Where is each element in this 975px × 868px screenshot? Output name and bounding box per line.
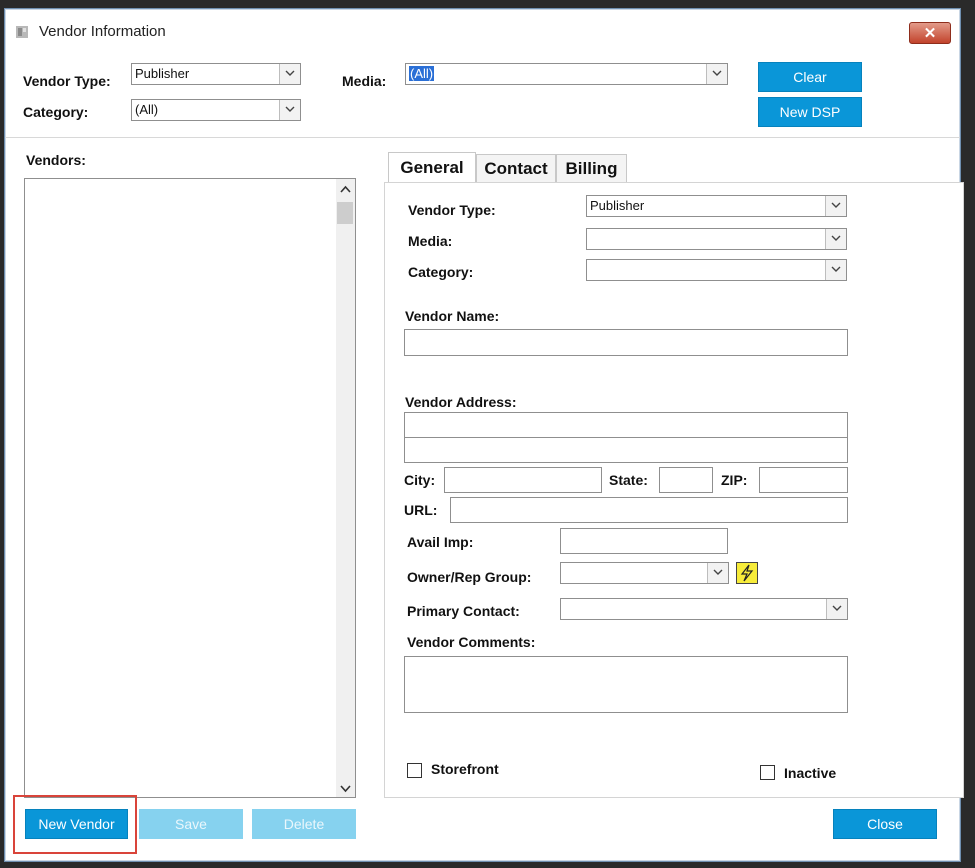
vendor-name-label: Vendor Name:: [405, 308, 500, 324]
general-category-select[interactable]: [586, 259, 847, 281]
delete-button[interactable]: Delete: [252, 809, 356, 839]
city-input[interactable]: [444, 467, 602, 493]
filter-vendor-type-select[interactable]: Publisher: [131, 63, 301, 85]
chevron-down-icon: [825, 196, 846, 216]
lightning-bolt-icon[interactable]: [736, 562, 758, 584]
general-media-select[interactable]: [586, 228, 847, 250]
vendor-address-line1-input[interactable]: [404, 412, 848, 438]
state-input[interactable]: [659, 467, 713, 493]
storefront-label: Storefront: [431, 761, 499, 777]
close-icon: ✕: [923, 25, 937, 42]
general-vendor-type-select[interactable]: Publisher: [586, 195, 847, 217]
window-title: Vendor Information: [39, 23, 166, 40]
chevron-down-icon: [707, 563, 728, 583]
avail-imp-label: Avail Imp:: [407, 534, 474, 550]
chevron-down-icon: [279, 100, 300, 120]
clear-button[interactable]: Clear: [758, 62, 862, 92]
vendor-address-line2-input[interactable]: [404, 437, 848, 463]
close-button[interactable]: Close: [833, 809, 937, 839]
scroll-up-icon[interactable]: [340, 185, 351, 193]
filter-media-label: Media:: [342, 73, 387, 89]
zip-input[interactable]: [759, 467, 848, 493]
general-vendor-type-value: Publisher: [590, 198, 645, 213]
new-dsp-button[interactable]: New DSP: [758, 97, 862, 127]
city-label: City:: [404, 472, 436, 488]
vendors-label: Vendors:: [26, 152, 86, 168]
tab-contact[interactable]: Contact: [476, 154, 556, 183]
filter-category-select[interactable]: (All): [131, 99, 301, 121]
url-label: URL:: [404, 502, 438, 518]
state-label: State:: [609, 472, 648, 488]
inactive-checkbox[interactable]: [760, 765, 775, 780]
general-vendor-type-label: Vendor Type:: [408, 202, 496, 218]
filter-media-value: (All): [409, 66, 435, 81]
tab-general[interactable]: General: [388, 152, 476, 182]
chevron-down-icon: [825, 260, 846, 280]
vendor-comments-label: Vendor Comments:: [407, 634, 536, 650]
chevron-down-icon: [279, 64, 300, 84]
filter-vendor-type-label: Vendor Type:: [23, 73, 111, 89]
primary-contact-select[interactable]: [560, 598, 848, 620]
divider: [5, 137, 960, 138]
chevron-down-icon: [825, 229, 846, 249]
scroll-down-icon[interactable]: [340, 785, 351, 793]
vendors-scrollbar[interactable]: [336, 179, 355, 797]
general-category-label: Category:: [408, 264, 474, 280]
filter-media-select[interactable]: (All): [405, 63, 728, 85]
vendor-information-window: Vendor Information ✕ Vendor Type: Publis…: [4, 8, 964, 862]
avail-imp-input[interactable]: [560, 528, 728, 554]
filter-category-label: Category:: [23, 104, 89, 120]
filter-category-value: (All): [135, 102, 159, 117]
inactive-label: Inactive: [784, 765, 837, 781]
owner-rep-group-label: Owner/Rep Group:: [407, 569, 532, 585]
vendor-name-input[interactable]: [404, 329, 848, 356]
url-input[interactable]: [450, 497, 848, 523]
chevron-down-icon: [706, 64, 727, 84]
vendors-list[interactable]: [24, 178, 356, 798]
highlight-box: [13, 795, 137, 854]
zip-label: ZIP:: [721, 472, 748, 488]
filter-vendor-type-value: Publisher: [135, 66, 190, 81]
general-media-label: Media:: [408, 233, 453, 249]
chevron-down-icon: [826, 599, 847, 619]
storefront-checkbox[interactable]: [407, 763, 422, 778]
owner-rep-group-select[interactable]: [560, 562, 729, 584]
window-close-button[interactable]: ✕: [909, 22, 951, 44]
scrollbar-thumb[interactable]: [337, 202, 353, 224]
vendor-comments-textarea[interactable]: [404, 656, 848, 713]
save-button[interactable]: Save: [139, 809, 243, 839]
primary-contact-label: Primary Contact:: [407, 603, 520, 619]
app-icon: [16, 26, 28, 38]
tab-billing[interactable]: Billing: [556, 154, 627, 183]
vendor-address-label: Vendor Address:: [405, 394, 517, 410]
